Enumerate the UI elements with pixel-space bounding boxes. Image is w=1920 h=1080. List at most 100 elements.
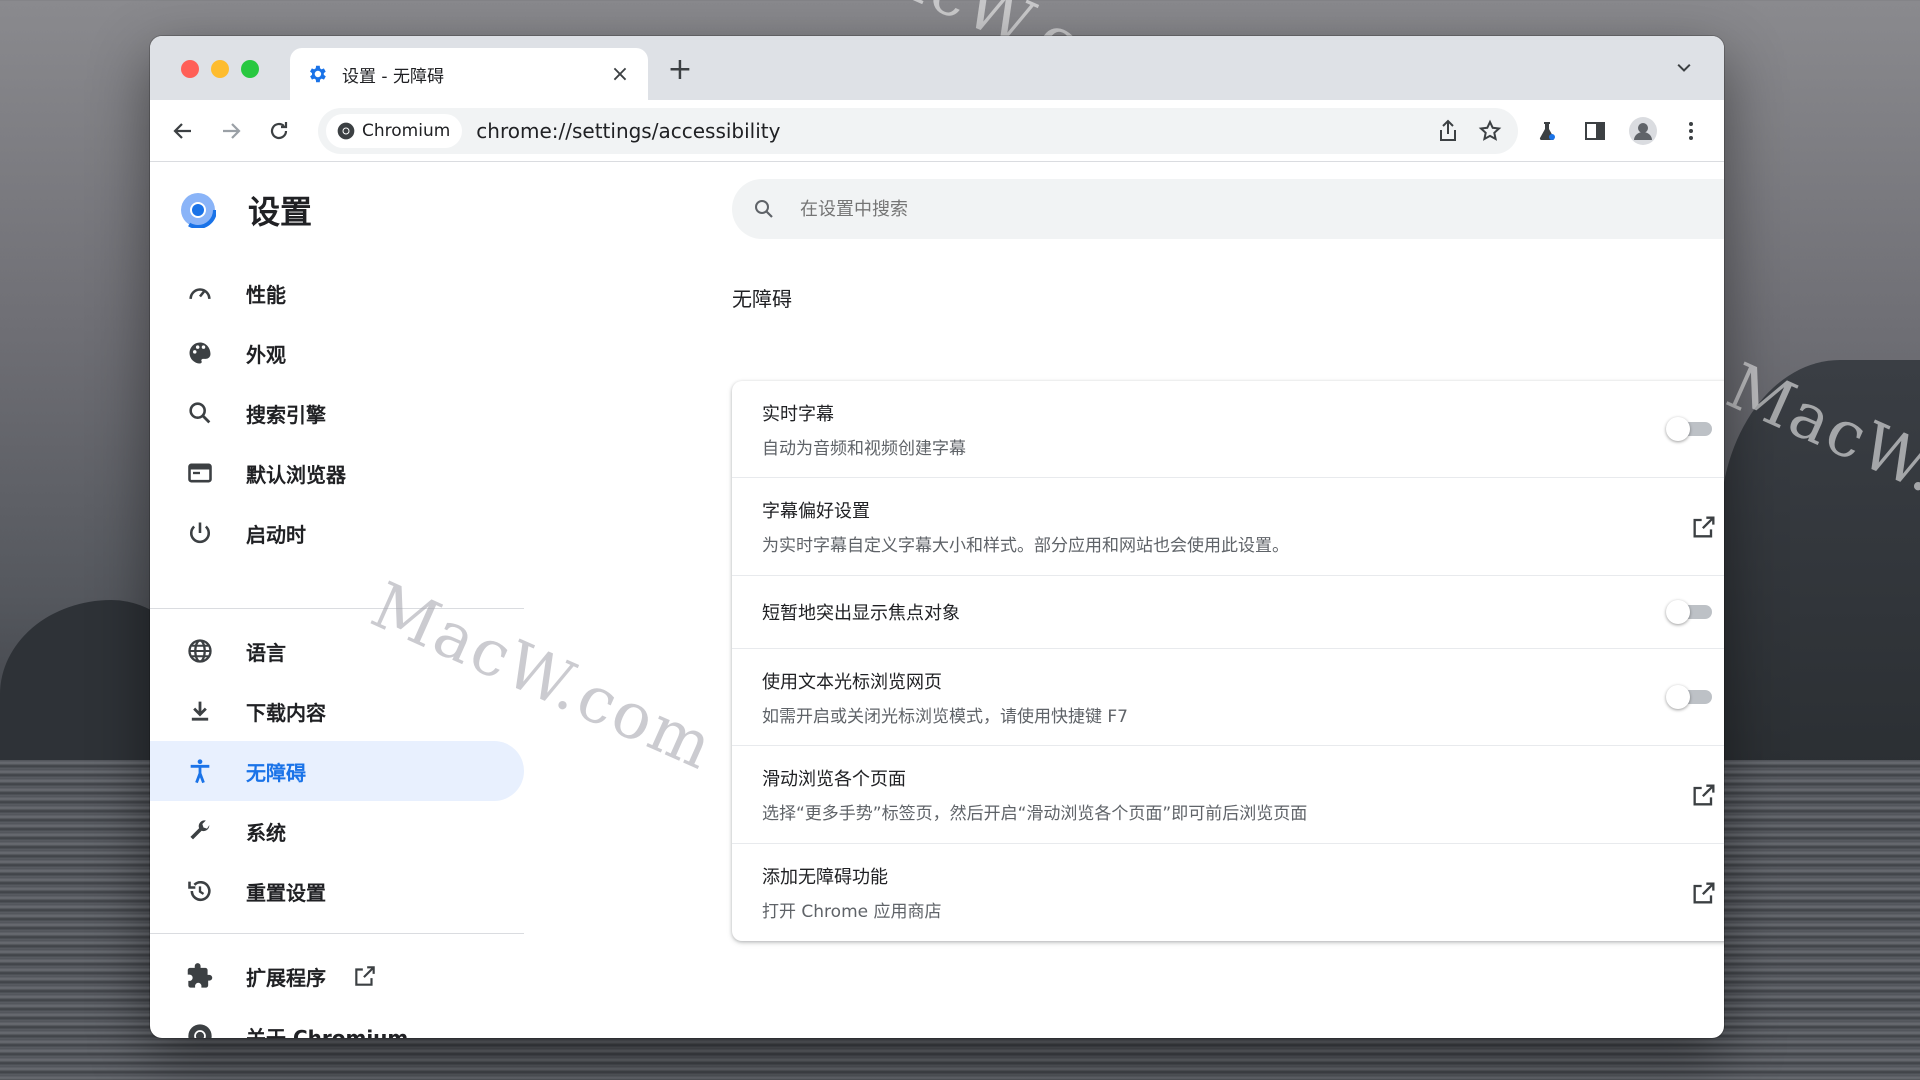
share-icon	[1440, 119, 1456, 141]
caret-browsing-toggle[interactable]	[1666, 685, 1714, 709]
browser-window-icon	[188, 463, 212, 483]
row-subtitle: 打开 Chrome 应用商店	[762, 902, 942, 922]
url-text[interactable]: chrome://settings/accessibility	[476, 119, 1434, 143]
row-caption-preferences[interactable]: 字幕偏好设置 为实时字幕自定义字幕大小和样式。部分应用和网站也会使用此设置。	[732, 478, 1724, 576]
new-tab-button[interactable]: +	[662, 52, 698, 87]
sidebar-item-accessibility[interactable]: 无障碍	[150, 741, 524, 801]
settings-header: 设置	[180, 187, 312, 233]
reset-history-icon	[188, 880, 211, 902]
row-focus-highlight[interactable]: 短暂地突出显示焦点对象	[732, 576, 1724, 649]
sidebar-item-label: 语言	[246, 640, 286, 665]
toggle-knob	[1666, 417, 1690, 441]
settings-search[interactable]	[732, 179, 1724, 239]
side-panel-icon	[1585, 122, 1605, 140]
row-title: 短暂地突出显示焦点对象	[762, 603, 960, 624]
sidebar-item-label: 启动时	[246, 522, 306, 547]
settings-sidebar: 设置 性能 外观 搜索引擎 默认浏览器 启动时 语言 下载内容 无障碍 系统 重…	[150, 163, 530, 1038]
row-subtitle: 为实时字幕自定义字幕大小和样式。部分应用和网站也会使用此设置。	[762, 536, 1289, 556]
accessibility-card: 实时字幕 自动为音频和视频创建字幕 字幕偏好设置 为实时字幕自定义字幕大小和样式…	[732, 381, 1724, 941]
row-caret-browsing[interactable]: 使用文本光标浏览网页 如需开启或关闭光标浏览模式，请使用快捷键 F7	[732, 649, 1724, 746]
zoom-window-button[interactable]	[241, 60, 259, 78]
search-icon	[189, 402, 211, 424]
row-text: 使用文本光标浏览网页 如需开启或关闭光标浏览模式，请使用快捷键 F7	[762, 668, 1666, 727]
sidebar-item-system[interactable]: 系统	[150, 801, 524, 861]
avatar-icon	[1629, 117, 1657, 145]
row-swipe-navigation[interactable]: 滑动浏览各个页面 选择“更多手势”标签页，然后开启“滑动浏览各个页面”即可前后浏…	[732, 746, 1724, 844]
sidebar-item-about[interactable]: 关于 Chromium	[150, 1006, 524, 1038]
sidebar-item-label: 关于 Chromium	[246, 1025, 409, 1039]
toggle-knob	[1666, 685, 1690, 709]
sidebar-item-label: 系统	[246, 820, 286, 845]
bookmark-button[interactable]	[1476, 117, 1504, 145]
sidebar-item-label: 默认浏览器	[246, 462, 346, 487]
search-input[interactable]	[800, 198, 1600, 220]
sidebar-item-label: 下载内容	[246, 700, 326, 725]
live-caption-toggle[interactable]	[1666, 417, 1714, 441]
site-info-chip[interactable]: Chromium	[326, 114, 463, 148]
row-text: 短暂地突出显示焦点对象	[762, 599, 1666, 625]
row-live-caption[interactable]: 实时字幕 自动为音频和视频创建字幕	[732, 381, 1724, 478]
external-link-icon[interactable]	[1690, 879, 1718, 907]
row-text: 实时字幕 自动为音频和视频创建字幕	[762, 400, 1666, 459]
back-button[interactable]	[168, 116, 198, 146]
section-title: 无障碍	[732, 287, 792, 311]
focus-highlight-toggle[interactable]	[1666, 600, 1714, 624]
close-tab-button[interactable]: ×	[608, 62, 632, 87]
sidebar-item-downloads[interactable]: 下载内容	[150, 681, 524, 741]
row-add-accessibility-features[interactable]: 添加无障碍功能 打开 Chrome 应用商店	[732, 844, 1724, 941]
external-link-icon[interactable]	[1690, 513, 1718, 541]
close-window-button[interactable]	[181, 60, 199, 78]
row-subtitle: 如需开启或关闭光标浏览模式，请使用快捷键 F7	[762, 706, 1128, 727]
sidebar-item-reset-settings[interactable]: 重置设置	[150, 861, 524, 921]
sidebar-item-default-browser[interactable]: 默认浏览器	[150, 443, 524, 503]
puzzle-icon	[187, 963, 213, 988]
download-icon	[191, 701, 209, 721]
labs-button[interactable]	[1532, 116, 1562, 146]
chromium-icon	[337, 122, 355, 140]
power-icon	[189, 522, 211, 544]
sidebar-item-label: 扩展程序	[246, 965, 326, 990]
side-panel-button[interactable]	[1580, 116, 1610, 146]
speedometer-icon	[189, 288, 211, 299]
sidebar-item-label: 性能	[246, 282, 286, 307]
sidebar-item-extensions[interactable]: 扩展程序	[150, 946, 524, 1006]
star-icon	[1478, 119, 1502, 141]
sidebar-item-label: 外观	[246, 342, 286, 367]
minimize-window-button[interactable]	[211, 60, 229, 78]
page-title: 设置	[248, 193, 313, 231]
row-title: 实时字幕	[762, 403, 834, 425]
address-bar[interactable]: Chromium chrome://settings/accessibility	[318, 108, 1518, 154]
palette-icon	[189, 342, 211, 364]
row-text: 添加无障碍功能 打开 Chrome 应用商店	[762, 863, 1690, 922]
toggle-knob	[1666, 600, 1690, 624]
sidebar-item-on-startup[interactable]: 启动时	[150, 503, 524, 563]
accessibility-icon	[190, 759, 210, 784]
globe-icon	[188, 639, 212, 663]
menu-button[interactable]	[1676, 116, 1706, 146]
reload-button[interactable]	[264, 116, 294, 146]
more-vertical-icon	[1689, 122, 1693, 140]
sidebar-item-search-engine[interactable]: 搜索引擎	[150, 383, 524, 443]
sidebar-item-performance[interactable]: 性能	[150, 263, 524, 323]
sidebar-item-label: 无障碍	[246, 760, 306, 785]
forward-button[interactable]	[216, 116, 246, 146]
browser-window: 设置 - 无障碍 × + Chromium chrome://settings/…	[150, 36, 1724, 1038]
sidebar-item-appearance[interactable]: 外观	[150, 323, 524, 383]
search-icon	[755, 200, 773, 218]
sidebar-divider	[150, 933, 524, 934]
chevron-down-icon[interactable]	[1674, 58, 1694, 78]
row-title: 字幕偏好设置	[762, 501, 870, 522]
row-title: 滑动浏览各个页面	[762, 769, 906, 790]
tab-settings[interactable]: 设置 - 无障碍 ×	[290, 48, 648, 100]
row-text: 滑动浏览各个页面 选择“更多手势”标签页，然后开启“滑动浏览各个页面”即可前后浏…	[762, 765, 1690, 824]
tab-title: 设置 - 无障碍	[342, 66, 444, 87]
arrow-left-icon	[173, 123, 191, 139]
profile-button[interactable]	[1628, 116, 1658, 146]
reload-icon	[270, 122, 288, 140]
flask-icon	[1539, 122, 1555, 140]
row-subtitle: 选择“更多手势”标签页，然后开启“滑动浏览各个页面”即可前后浏览页面	[762, 804, 1308, 824]
chromium-logo-icon	[180, 192, 216, 228]
sidebar-item-label: 重置设置	[246, 880, 326, 905]
external-link-icon[interactable]	[1690, 781, 1718, 809]
share-button[interactable]	[1434, 117, 1462, 145]
